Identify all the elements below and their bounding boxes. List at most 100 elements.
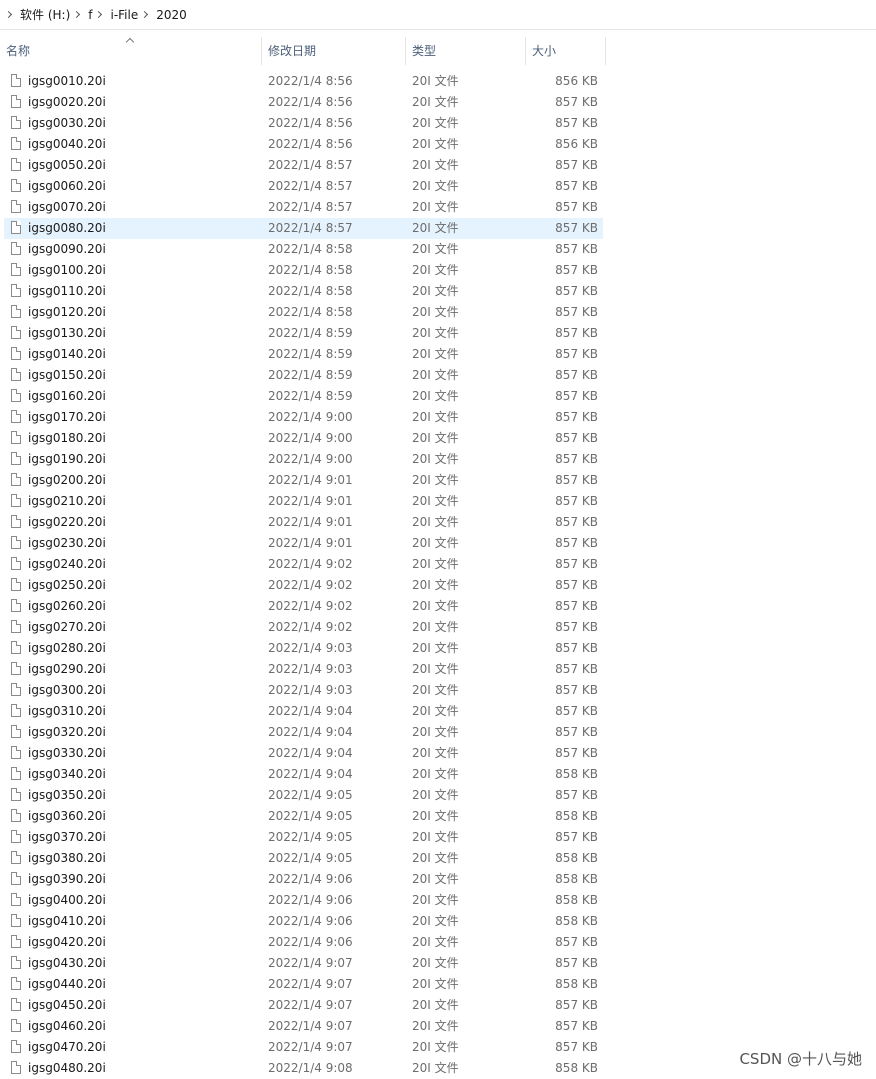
file-icon: [11, 788, 21, 801]
file-row[interactable]: igsg0170.20i 2022/1/4 9:00 20I 文件 857 KB: [0, 407, 876, 428]
column-header-name[interactable]: 名称: [0, 37, 262, 65]
file-row[interactable]: igsg0050.20i 2022/1/4 8:57 20I 文件 857 KB: [0, 155, 876, 176]
file-row[interactable]: igsg0390.20i 2022/1/4 9:06 20I 文件 858 KB: [0, 869, 876, 890]
breadcrumb-item-2020[interactable]: 2020: [156, 8, 187, 22]
file-row[interactable]: igsg0320.20i 2022/1/4 9:04 20I 文件 857 KB: [0, 722, 876, 743]
file-size: 858 KB: [555, 977, 598, 991]
file-row[interactable]: igsg0180.20i 2022/1/4 9:00 20I 文件 857 KB: [0, 428, 876, 449]
file-name: igsg0450.20i: [28, 998, 106, 1012]
file-size: 857 KB: [555, 200, 598, 214]
file-date: 2022/1/4 8:59: [268, 347, 353, 361]
file-type: 20I 文件: [412, 872, 459, 886]
file-row[interactable]: igsg0460.20i 2022/1/4 9:07 20I 文件 857 KB: [0, 1016, 876, 1037]
file-icon: [11, 389, 21, 402]
file-type: 20I 文件: [412, 494, 459, 508]
file-row[interactable]: igsg0240.20i 2022/1/4 9:02 20I 文件 857 KB: [0, 554, 876, 575]
file-row[interactable]: igsg0150.20i 2022/1/4 8:59 20I 文件 857 KB: [0, 365, 876, 386]
file-size: 857 KB: [555, 998, 598, 1012]
file-row[interactable]: igsg0080.20i 2022/1/4 8:57 20I 文件 857 KB: [0, 218, 876, 239]
file-row[interactable]: igsg0020.20i 2022/1/4 8:56 20I 文件 857 KB: [0, 92, 876, 113]
file-icon: [11, 368, 21, 381]
column-header-size[interactable]: 大小: [526, 37, 606, 65]
breadcrumb-item-drive[interactable]: 软件 (H:): [20, 6, 70, 23]
file-row[interactable]: igsg0360.20i 2022/1/4 9:05 20I 文件 858 KB: [0, 806, 876, 827]
chevron-right-icon[interactable]: [4, 10, 13, 19]
file-type: 20I 文件: [412, 935, 459, 949]
file-row[interactable]: igsg0110.20i 2022/1/4 8:58 20I 文件 857 KB: [0, 281, 876, 302]
file-icon: [11, 137, 21, 150]
file-date: 2022/1/4 9:04: [268, 767, 353, 781]
file-size: 857 KB: [555, 578, 598, 592]
file-row[interactable]: igsg0330.20i 2022/1/4 9:04 20I 文件 857 KB: [0, 743, 876, 764]
file-row[interactable]: igsg0310.20i 2022/1/4 9:04 20I 文件 857 KB: [0, 701, 876, 722]
file-row[interactable]: igsg0220.20i 2022/1/4 9:01 20I 文件 857 KB: [0, 512, 876, 533]
file-row[interactable]: igsg0270.20i 2022/1/4 9:02 20I 文件 857 KB: [0, 617, 876, 638]
file-type: 20I 文件: [412, 599, 459, 613]
file-name: igsg0280.20i: [28, 641, 106, 655]
file-type: 20I 文件: [412, 893, 459, 907]
file-row[interactable]: igsg0250.20i 2022/1/4 9:02 20I 文件 857 KB: [0, 575, 876, 596]
file-row[interactable]: igsg0410.20i 2022/1/4 9:06 20I 文件 858 KB: [0, 911, 876, 932]
file-date: 2022/1/4 8:59: [268, 368, 353, 382]
file-date: 2022/1/4 9:03: [268, 641, 353, 655]
file-name: igsg0080.20i: [28, 221, 106, 235]
file-row[interactable]: igsg0160.20i 2022/1/4 8:59 20I 文件 857 KB: [0, 386, 876, 407]
chevron-right-icon[interactable]: [141, 10, 149, 19]
file-row[interactable]: igsg0010.20i 2022/1/4 8:56 20I 文件 856 KB: [0, 71, 876, 92]
file-date: 2022/1/4 8:58: [268, 305, 353, 319]
file-size: 857 KB: [555, 347, 598, 361]
file-size: 857 KB: [555, 1019, 598, 1033]
file-row[interactable]: igsg0380.20i 2022/1/4 9:05 20I 文件 858 KB: [0, 848, 876, 869]
watermark: CSDN @十八与她: [739, 1050, 862, 1068]
breadcrumb-item-ifile[interactable]: i-File: [110, 8, 138, 22]
file-row[interactable]: igsg0280.20i 2022/1/4 9:03 20I 文件 857 KB: [0, 638, 876, 659]
chevron-right-icon[interactable]: [73, 10, 81, 19]
file-date: 2022/1/4 9:06: [268, 872, 353, 886]
file-row[interactable]: igsg0120.20i 2022/1/4 8:58 20I 文件 857 KB: [0, 302, 876, 323]
file-row[interactable]: igsg0370.20i 2022/1/4 9:05 20I 文件 857 KB: [0, 827, 876, 848]
file-name: igsg0090.20i: [28, 242, 106, 256]
file-name: igsg0220.20i: [28, 515, 106, 529]
file-date: 2022/1/4 9:02: [268, 578, 353, 592]
file-row[interactable]: igsg0290.20i 2022/1/4 9:03 20I 文件 857 KB: [0, 659, 876, 680]
chevron-right-icon[interactable]: [95, 10, 103, 19]
file-row[interactable]: igsg0040.20i 2022/1/4 8:56 20I 文件 856 KB: [0, 134, 876, 155]
file-size: 857 KB: [555, 662, 598, 676]
file-size: 857 KB: [555, 704, 598, 718]
file-row[interactable]: igsg0420.20i 2022/1/4 9:06 20I 文件 857 KB: [0, 932, 876, 953]
file-type: 20I 文件: [412, 851, 459, 865]
file-row[interactable]: igsg0210.20i 2022/1/4 9:01 20I 文件 857 KB: [0, 491, 876, 512]
column-header-type[interactable]: 类型: [406, 37, 526, 65]
file-row[interactable]: igsg0100.20i 2022/1/4 8:58 20I 文件 857 KB: [0, 260, 876, 281]
file-date: 2022/1/4 8:57: [268, 221, 353, 235]
file-row[interactable]: igsg0430.20i 2022/1/4 9:07 20I 文件 857 KB: [0, 953, 876, 974]
file-row[interactable]: igsg0070.20i 2022/1/4 8:57 20I 文件 857 KB: [0, 197, 876, 218]
file-row[interactable]: igsg0030.20i 2022/1/4 8:56 20I 文件 857 KB: [0, 113, 876, 134]
file-row[interactable]: igsg0140.20i 2022/1/4 8:59 20I 文件 857 KB: [0, 344, 876, 365]
file-row[interactable]: igsg0190.20i 2022/1/4 9:00 20I 文件 857 KB: [0, 449, 876, 470]
file-row[interactable]: igsg0350.20i 2022/1/4 9:05 20I 文件 857 KB: [0, 785, 876, 806]
file-date: 2022/1/4 8:58: [268, 263, 353, 277]
file-row[interactable]: igsg0340.20i 2022/1/4 9:04 20I 文件 858 KB: [0, 764, 876, 785]
file-row[interactable]: igsg0230.20i 2022/1/4 9:01 20I 文件 857 KB: [0, 533, 876, 554]
file-icon: [11, 326, 21, 339]
file-row[interactable]: igsg0200.20i 2022/1/4 9:01 20I 文件 857 KB: [0, 470, 876, 491]
file-icon: [11, 620, 21, 633]
column-header-name-label: 名称: [6, 44, 31, 58]
breadcrumb-item-f[interactable]: f: [88, 8, 92, 22]
file-row[interactable]: igsg0300.20i 2022/1/4 9:03 20I 文件 857 KB: [0, 680, 876, 701]
file-row[interactable]: igsg0450.20i 2022/1/4 9:07 20I 文件 857 KB: [0, 995, 876, 1016]
file-name: igsg0470.20i: [28, 1040, 106, 1054]
column-header-row: 名称 修改日期 类型 大小: [0, 31, 876, 67]
file-row[interactable]: igsg0260.20i 2022/1/4 9:02 20I 文件 857 KB: [0, 596, 876, 617]
file-row[interactable]: igsg0400.20i 2022/1/4 9:06 20I 文件 858 KB: [0, 890, 876, 911]
file-row[interactable]: igsg0060.20i 2022/1/4 8:57 20I 文件 857 KB: [0, 176, 876, 197]
file-size: 857 KB: [555, 620, 598, 634]
file-size: 858 KB: [555, 851, 598, 865]
file-row[interactable]: igsg0440.20i 2022/1/4 9:07 20I 文件 858 KB: [0, 974, 876, 995]
file-name: igsg0300.20i: [28, 683, 106, 697]
file-row[interactable]: igsg0130.20i 2022/1/4 8:59 20I 文件 857 KB: [0, 323, 876, 344]
file-date: 2022/1/4 9:05: [268, 830, 353, 844]
file-row[interactable]: igsg0090.20i 2022/1/4 8:58 20I 文件 857 KB: [0, 239, 876, 260]
column-header-date[interactable]: 修改日期: [262, 37, 406, 65]
